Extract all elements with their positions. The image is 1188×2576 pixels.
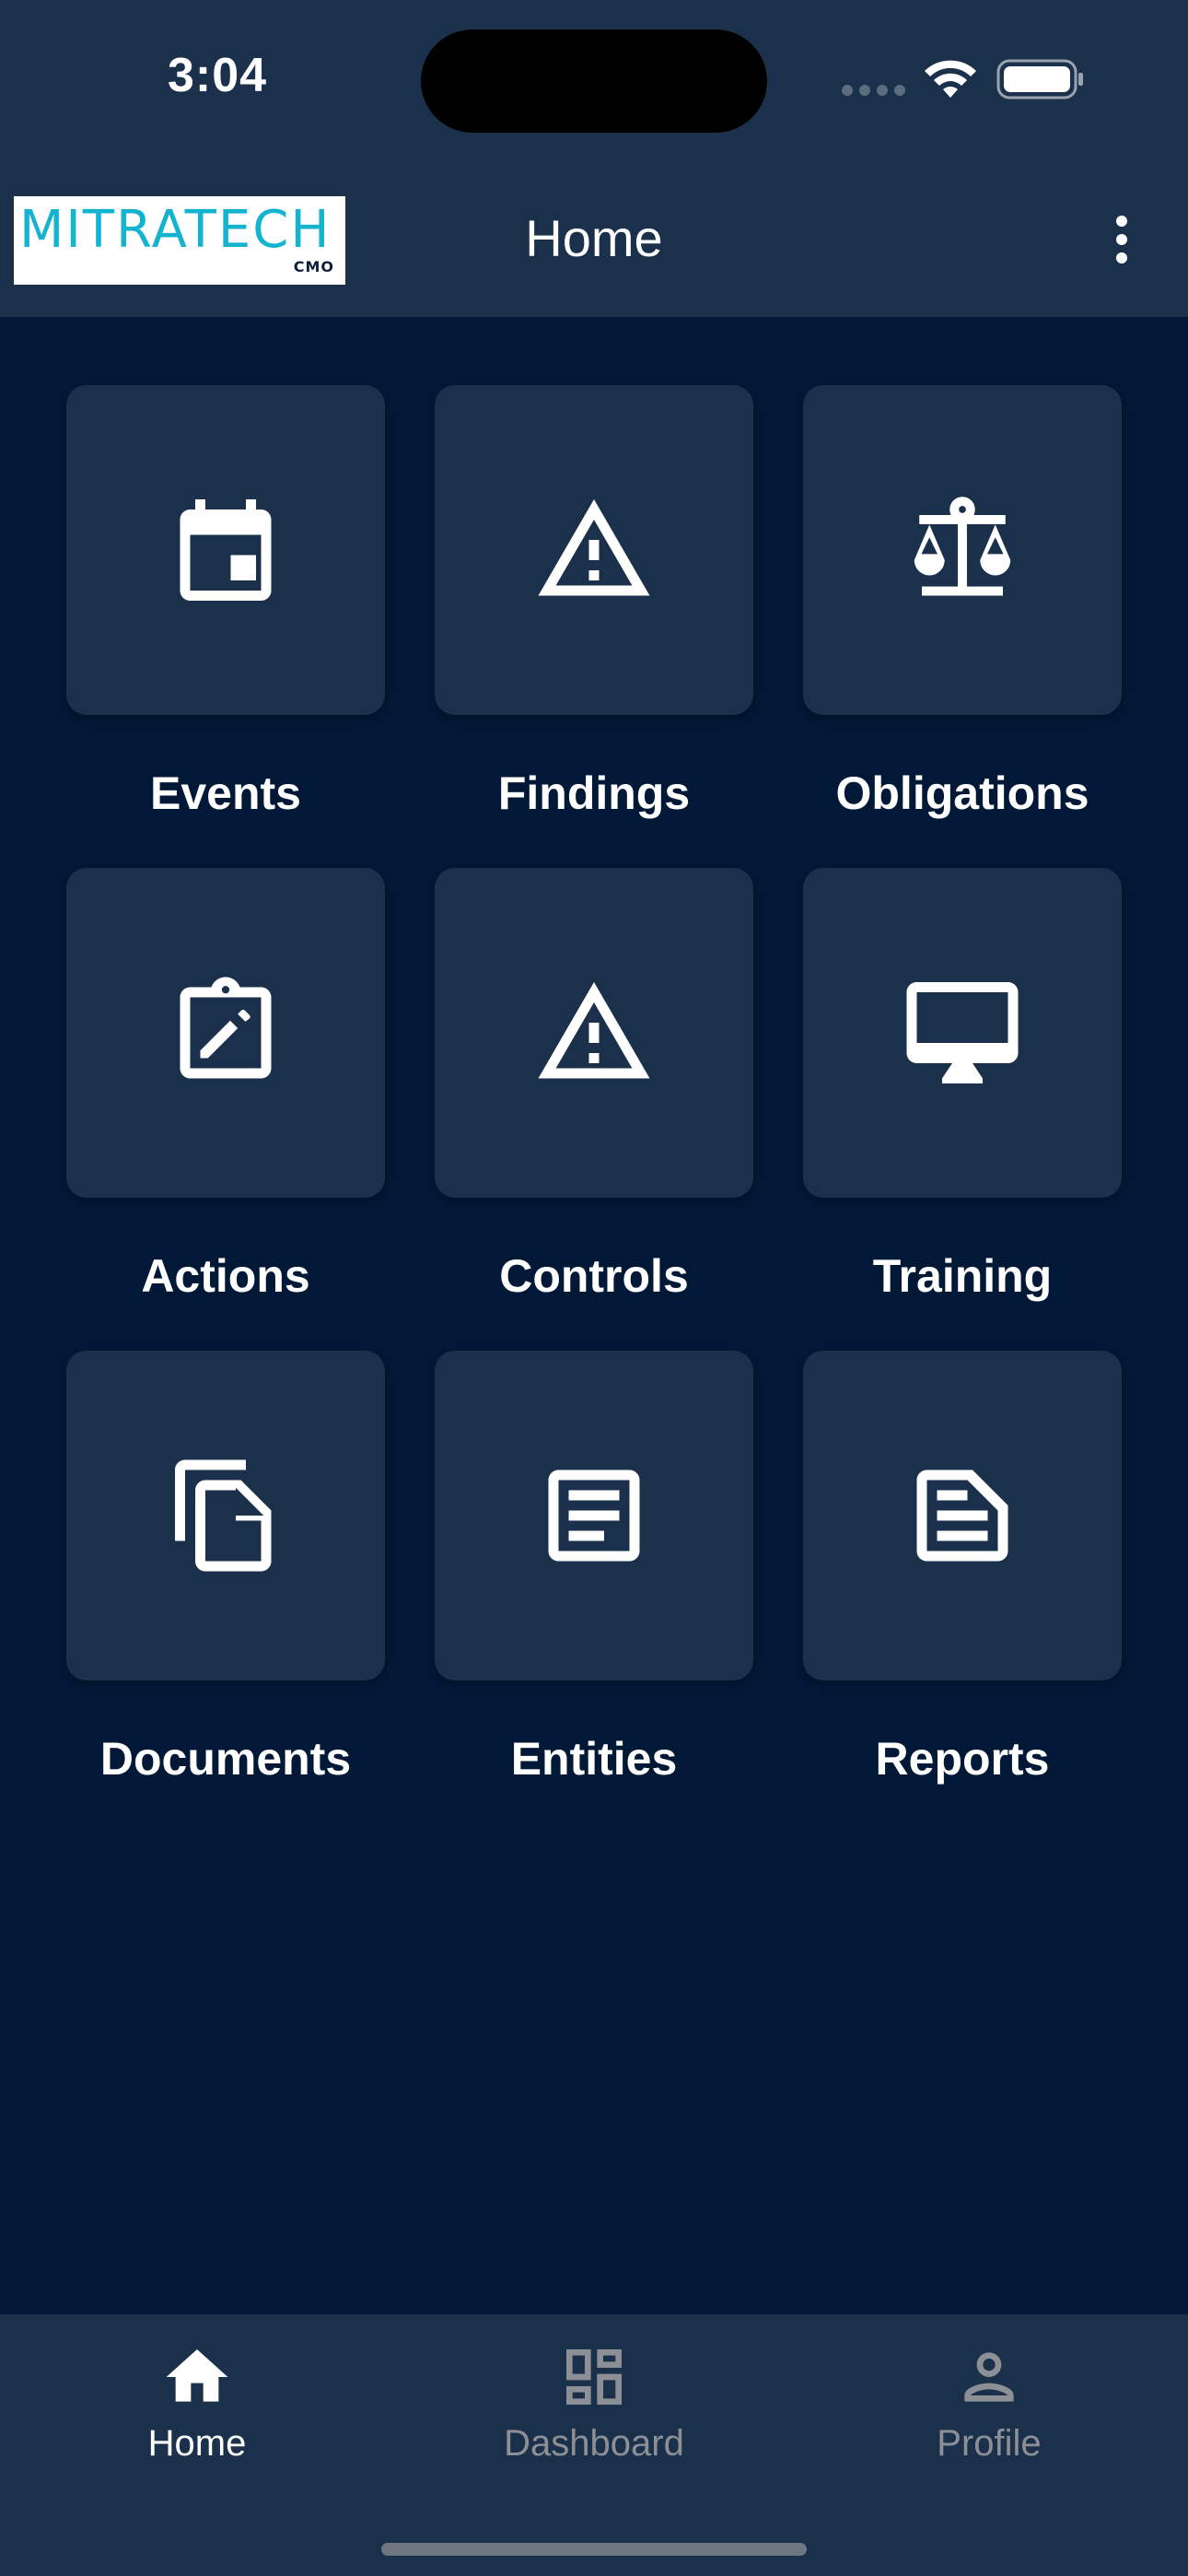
tile-controls[interactable] [435, 868, 753, 1198]
nav-label-home: Home [147, 2423, 247, 2464]
wifi-icon [925, 60, 976, 98]
more-vertical-icon [1116, 216, 1127, 227]
report-document-icon [916, 1469, 1008, 1562]
home-indicator [381, 2543, 807, 2556]
home-icon [166, 2349, 228, 2402]
tile-label-findings: Findings [497, 767, 691, 819]
more-options-button[interactable] [1096, 212, 1147, 267]
warning-icon [538, 499, 650, 596]
cellular-signal-icon [842, 85, 906, 98]
tile-label-documents: Documents [99, 1733, 352, 1785]
tile-label-obligations: Obligations [835, 767, 1089, 819]
dynamic-island [421, 29, 767, 133]
article-icon [548, 1469, 640, 1562]
status-bar: 3:04 [0, 0, 1188, 166]
battery-icon [996, 59, 1083, 100]
tile-findings[interactable] [435, 385, 753, 715]
tile-entities[interactable] [435, 1351, 753, 1680]
nav-dashboard[interactable]: Dashboard [456, 2314, 732, 2499]
status-time: 3:04 [168, 49, 268, 102]
tile-events[interactable] [66, 385, 385, 715]
warning-icon [538, 982, 650, 1079]
tile-label-controls: Controls [499, 1250, 689, 1302]
tile-label-events: Events [150, 767, 301, 819]
app-bar: MITRATECH CMO Home [0, 166, 1188, 317]
tile-obligations[interactable] [803, 385, 1122, 715]
tile-documents[interactable] [66, 1351, 385, 1680]
monitor-icon [906, 982, 1019, 1083]
tile-label-actions: Actions [141, 1250, 310, 1302]
nav-label-dashboard: Dashboard [504, 2423, 684, 2464]
nav-profile[interactable]: Profile [851, 2314, 1127, 2499]
tile-label-entities: Entities [510, 1733, 678, 1785]
nav-home[interactable]: Home [59, 2314, 335, 2499]
documents-copy-icon [175, 1459, 272, 1572]
calendar-icon [180, 499, 272, 601]
bottom-nav: Home Dashboard Profile [0, 2314, 1188, 2576]
person-icon [964, 2352, 1014, 2402]
dashboard-icon [566, 2349, 622, 2405]
tile-actions[interactable] [66, 868, 385, 1198]
tile-label-reports: Reports [875, 1733, 1050, 1785]
page-title: Home [525, 209, 663, 267]
tile-training[interactable] [803, 868, 1122, 1198]
clipboard-edit-icon [180, 977, 272, 1079]
tile-label-training: Training [872, 1250, 1053, 1302]
scale-icon [914, 497, 1011, 596]
tile-reports[interactable] [803, 1351, 1122, 1680]
nav-label-profile: Profile [937, 2423, 1042, 2464]
